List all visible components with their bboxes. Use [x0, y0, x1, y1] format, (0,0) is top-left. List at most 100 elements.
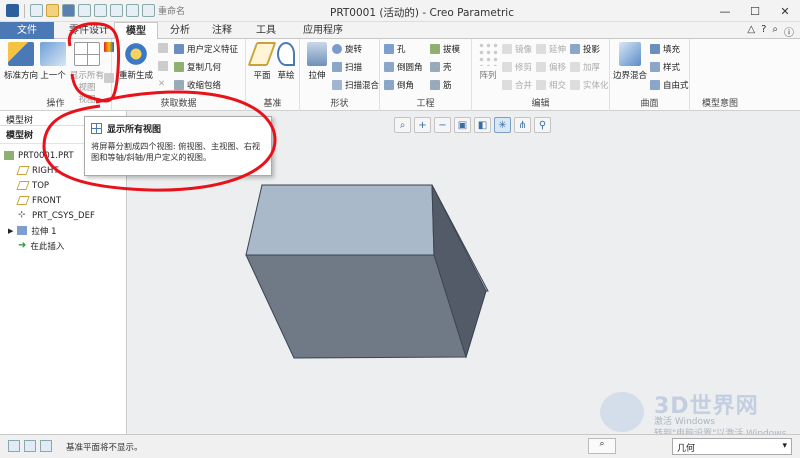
swept-blend-button[interactable]: 扫描混合	[332, 79, 379, 91]
shell-button[interactable]: 壳	[430, 61, 452, 73]
part-icon	[4, 151, 14, 160]
copy-geometry-button[interactable]: 复制几何	[174, 61, 221, 73]
insert-arrow-icon: ➜	[18, 240, 27, 251]
search-icon[interactable]: ⌕	[772, 24, 778, 39]
ribbon-right-icons: △ ? ⌕ ⓘ	[747, 24, 794, 39]
tree-item-insert-here[interactable]: ➜ 在此插入	[4, 238, 126, 253]
boundary-blend-button[interactable]: 边界混合	[612, 42, 648, 81]
trim-button[interactable]: 修剪	[502, 61, 532, 73]
plane-button[interactable]: 平面	[247, 42, 277, 81]
tab-model[interactable]: 模型	[114, 22, 158, 40]
standard-orientation-button[interactable]: 标准方向	[4, 42, 38, 81]
group-editing: 阵列 镜像 修剪 合并 延伸 偏移 相交 投影 加厚 实体化 编辑	[472, 39, 610, 111]
chamfer-button[interactable]: 倒角	[384, 79, 414, 91]
pattern-button[interactable]: 阵列	[476, 42, 500, 81]
revolve-button[interactable]: 旋转	[332, 43, 362, 55]
window-title: PRT0001 (活动的) - Creo Parametric	[330, 7, 514, 19]
group-label-model-intent[interactable]: 模型意图	[690, 96, 750, 109]
paste-button[interactable]	[158, 61, 168, 71]
sketch-button[interactable]: 草绘	[274, 42, 298, 81]
tab-model-tree[interactable]: 模型树	[6, 113, 33, 126]
group-label-datum: 基准	[263, 99, 282, 109]
group-model-intent: 模型意图	[690, 39, 750, 111]
round-button[interactable]: 倒圆角	[384, 61, 423, 73]
tree-item-top[interactable]: TOP	[4, 178, 126, 193]
extend-button[interactable]: 延伸	[536, 43, 566, 55]
shrinkwrap-button[interactable]: 收缩包络	[174, 79, 221, 91]
extrude-button[interactable]: 拉伸	[304, 42, 330, 81]
open-folder-icon[interactable]	[46, 4, 59, 17]
app-icon[interactable]	[6, 4, 19, 17]
freestyle-button[interactable]: 自由式	[650, 79, 689, 91]
window-controls: — ☐ ✕	[710, 0, 800, 22]
model-tree-toolbar-label[interactable]: 模型树	[6, 128, 33, 141]
merge-button[interactable]: 合并	[502, 79, 532, 91]
maximize-icon[interactable]: ☐	[740, 0, 770, 22]
delete-button[interactable]: ✕	[158, 79, 165, 89]
find-icon[interactable]: ⌕	[588, 438, 616, 454]
fill-button[interactable]: 填充	[650, 43, 680, 55]
intersect-button[interactable]: 相交	[536, 79, 566, 91]
mirror-button[interactable]: 镜像	[502, 43, 532, 55]
panel-toggle-icon[interactable]	[8, 440, 20, 452]
thicken-button[interactable]: 加厚	[570, 61, 600, 73]
selection-filter[interactable]: 几何 ▾	[672, 438, 792, 455]
hole-button[interactable]: 孔	[384, 43, 406, 55]
minimize-icon[interactable]: —	[710, 0, 740, 22]
save-icon[interactable]	[62, 4, 75, 17]
copy-button[interactable]	[158, 43, 168, 53]
help-center-icon[interactable]: ⓘ	[784, 24, 794, 39]
four-views-icon	[74, 42, 100, 66]
tree-item-front[interactable]: FRONT	[4, 193, 126, 208]
group-label-get-data: 获取数据	[160, 99, 197, 109]
group-shape: 拉伸 旋转 扫描 扫描混合 形状	[300, 39, 380, 111]
title-bar: 重命名 PRT0001 (活动的) - Creo Parametric — ☐ …	[0, 0, 800, 22]
offset-button[interactable]: 偏移	[536, 61, 566, 73]
solidify-button[interactable]: 实体化	[570, 79, 609, 91]
windows-icon[interactable]	[126, 4, 139, 17]
tooltip-body: 将屏幕分割成四个视图: 俯视图、主视图、右视图和等轴/斜轴/用户定义的视图。	[91, 141, 261, 162]
regenerate-icon[interactable]	[110, 4, 123, 17]
sweep-button[interactable]: 扫描	[332, 61, 362, 73]
extrude-icon	[307, 42, 327, 66]
tab-applications[interactable]: 应用程序	[294, 22, 352, 39]
user-defined-feature-button[interactable]: 用户定义特征	[174, 43, 238, 55]
tree-item-csys[interactable]: ⊹ PRT_CSYS_DEF	[4, 208, 126, 223]
appearance-icon[interactable]	[104, 42, 114, 52]
datum-plane-icon	[16, 181, 30, 190]
tree-item-extrude[interactable]: ▶ 拉伸 1	[4, 223, 126, 238]
rib-button[interactable]: 筋	[430, 79, 452, 91]
quick-access-toolbar: 重命名	[0, 3, 185, 18]
style-button[interactable]: 样式	[650, 61, 680, 73]
close-window-icon[interactable]	[142, 4, 155, 17]
boundary-blend-icon	[619, 42, 641, 66]
extrude-icon	[17, 226, 28, 235]
fullscreen-icon[interactable]	[40, 440, 52, 452]
tab-tools[interactable]: 工具	[248, 22, 284, 39]
cube-top	[245, 184, 435, 256]
group-surfaces: 边界混合 填充 样式 自由式 曲面	[610, 39, 690, 111]
previous-view-button[interactable]: 上一个	[40, 42, 66, 81]
collapse-ribbon-icon[interactable]: △	[747, 24, 755, 39]
expand-arrow-icon[interactable]: ▶	[8, 227, 13, 235]
rename-button[interactable]: 重命名	[158, 4, 185, 17]
datum-plane-icon	[16, 196, 30, 205]
redo-icon[interactable]	[94, 4, 107, 17]
group-get-data: 重新生成 ✕ 用户定义特征 复制几何 收缩包络 获取数据	[104, 39, 246, 111]
tab-part-design[interactable]: 零件设计	[62, 22, 116, 39]
draft-button[interactable]: 拔模	[430, 43, 460, 55]
group-engineering: 孔 倒圆角 倒角 拔模 壳 筋 工程	[380, 39, 472, 111]
help-icon[interactable]: ?	[761, 24, 766, 39]
undo-icon[interactable]	[78, 4, 91, 17]
regenerate-button[interactable]: 重新生成	[116, 42, 156, 81]
coordinate-system-icon: ⊹	[18, 210, 26, 220]
browser-toggle-icon[interactable]	[24, 440, 36, 452]
new-file-icon[interactable]	[30, 4, 43, 17]
tooltip-show-all-views: 显示所有视图 将屏幕分割成四个视图: 俯视图、主视图、右视图和等轴/斜轴/用户定…	[84, 116, 272, 176]
project-button[interactable]: 投影	[570, 43, 600, 55]
sketch-icon	[277, 42, 295, 66]
tab-analysis[interactable]: 分析	[162, 22, 198, 39]
tab-file[interactable]: 文件	[0, 22, 54, 39]
tab-annotate[interactable]: 注释	[204, 22, 240, 39]
close-icon[interactable]: ✕	[770, 0, 800, 22]
